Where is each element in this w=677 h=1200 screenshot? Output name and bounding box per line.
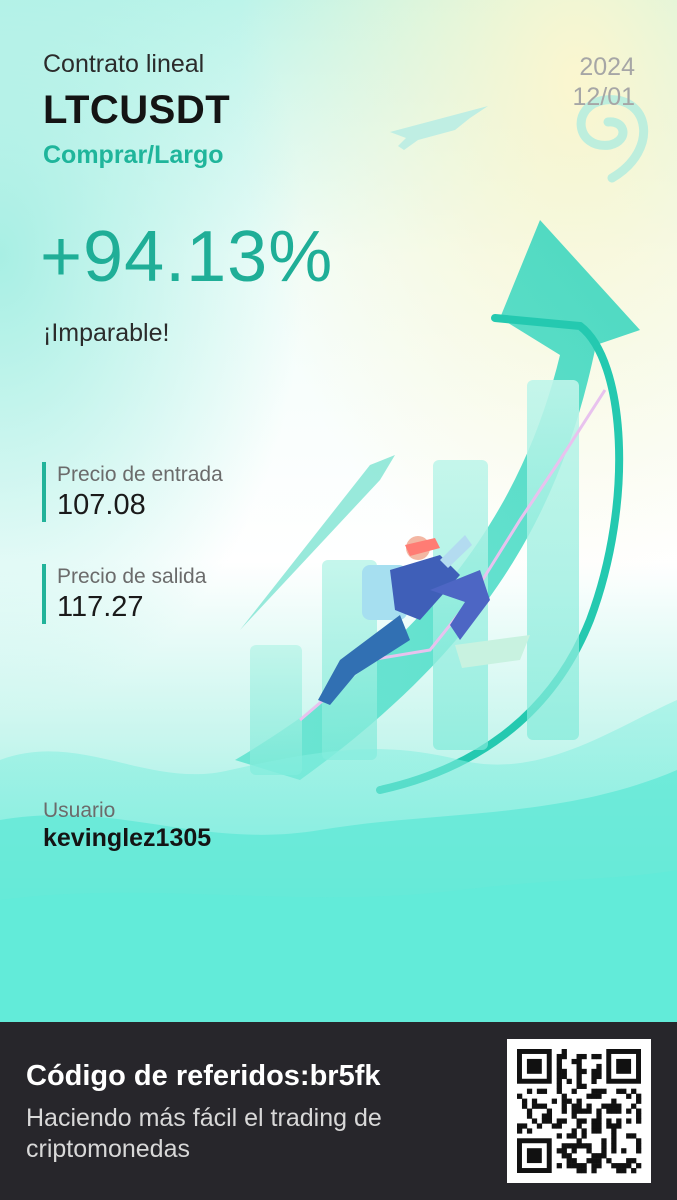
user-label: Usuario — [43, 799, 116, 822]
tagline: Haciendo más fácil el trading de criptom… — [26, 1104, 382, 1163]
position-side: Comprar/Largo — [43, 141, 224, 169]
symbol-title: LTCUSDT — [43, 88, 231, 132]
entry-price-block: Precio de entrada 107.08 — [42, 462, 223, 522]
exit-price-block: Precio de salida 117.27 — [42, 564, 206, 624]
exit-price-label: Precio de salida — [57, 565, 207, 588]
pnl-percent: +94.13% — [40, 217, 334, 297]
date-year: 2024 — [579, 53, 635, 81]
share-card: Contrato lineal LTCUSDT Comprar/Largo 20… — [0, 0, 677, 1200]
qr-code-graphic — [517, 1049, 642, 1174]
slogan: ¡Imparable! — [43, 319, 170, 347]
qr-code-icon[interactable] — [507, 1039, 651, 1183]
date-month-day: 12/01 — [572, 83, 635, 111]
entry-price-value: 107.08 — [57, 489, 146, 521]
entry-price-label: Precio de entrada — [57, 463, 223, 486]
user-name: kevinglez1305 — [43, 824, 212, 852]
contract-type-label: Contrato lineal — [43, 50, 205, 78]
exit-price-value: 117.27 — [57, 591, 144, 623]
referral-code: Código de referidos:br5fk — [26, 1060, 381, 1092]
